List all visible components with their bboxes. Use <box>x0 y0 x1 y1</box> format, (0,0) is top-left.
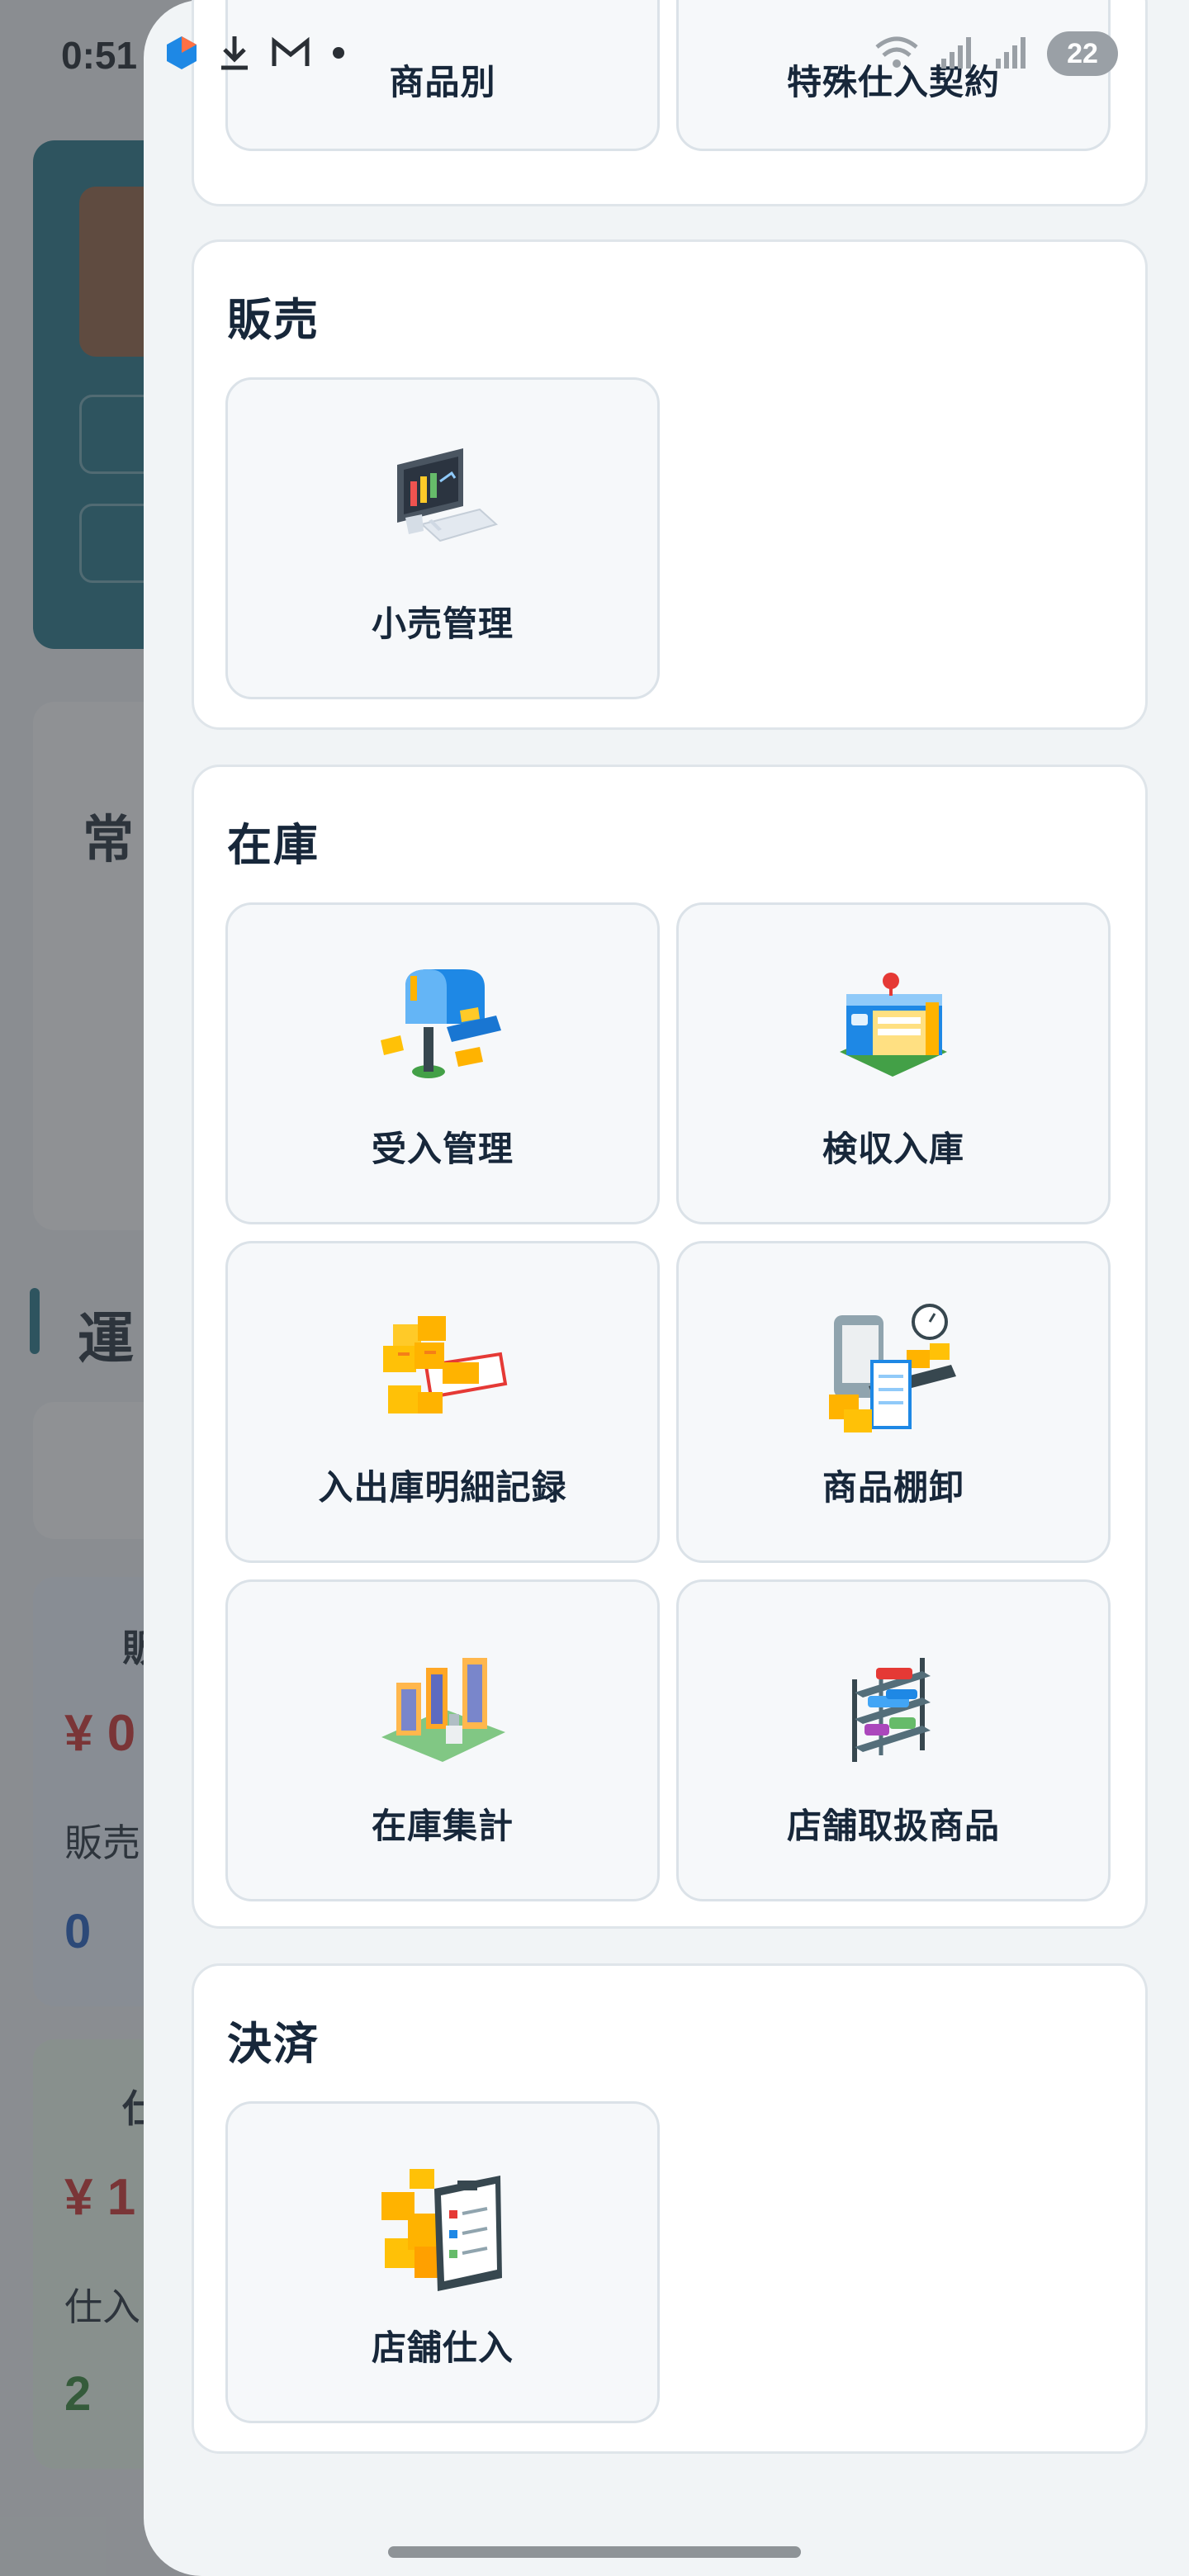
menu-tile-label: 商品棚卸 <box>822 1468 964 1507</box>
menu-tile-store-purchase[interactable]: 店舗仕入 <box>225 2101 660 2423</box>
warehouse-buildings-icon <box>377 1646 509 1770</box>
home-indicator[interactable] <box>388 2546 801 2558</box>
section-title: 在庫 <box>227 821 320 870</box>
status-time: 0:51 <box>61 34 138 77</box>
menu-tile-label: 店舗仕入 <box>371 2328 514 2367</box>
section-payment: 決済 店舗仕入 <box>192 1963 1148 2454</box>
section-inventory: 在庫 受入管理 検収入庫 入出庫明細記録 商品棚卸 在庫集計 店舗取扱商品 <box>192 765 1148 1929</box>
menu-tile-store-handled-products[interactable]: 店舗取扱商品 <box>676 1579 1111 1901</box>
more-notifications-dot-icon <box>332 46 345 64</box>
menu-tile-label: 店舗取扱商品 <box>786 1807 1000 1845</box>
menu-tile-label: 小売管理 <box>371 604 514 643</box>
shelf-icon <box>827 1646 959 1770</box>
menu-tile-by-product[interactable]: 商品別 <box>225 0 660 151</box>
wifi-icon <box>874 34 920 74</box>
menu-tile-label: 入出庫明細記録 <box>318 1468 567 1507</box>
app-notification-icon <box>165 35 198 75</box>
download-icon <box>220 35 249 75</box>
menu-tile-retail-management[interactable]: 小売管理 <box>225 377 660 699</box>
boxes-tablet-icon <box>377 1308 509 1432</box>
clipboard-boxes-icon <box>377 2168 509 2292</box>
gmail-icon <box>271 36 310 73</box>
menu-tile-label: 受入管理 <box>371 1129 514 1168</box>
signal-r-icon <box>938 34 974 74</box>
menu-tile-inventory-summary[interactable]: 在庫集計 <box>225 1579 660 1901</box>
computer-terminal-icon <box>377 444 509 568</box>
battery-icon: 22 <box>1047 31 1118 76</box>
menu-tile-inspection-stock-in[interactable]: 検収入庫 <box>676 902 1111 1224</box>
menu-drawer: 商品別 特殊仕入契約 販売 小売管理 在庫 受入管理 検収入庫 入出庫明細記録 … <box>144 0 1189 2576</box>
menu-tile-receiving-management[interactable]: 受入管理 <box>225 902 660 1224</box>
section-title: 販売 <box>227 296 320 345</box>
mailbox-icon <box>377 969 509 1093</box>
status-icons-right: 22 <box>874 31 1118 76</box>
conveyor-icon <box>827 1304 959 1432</box>
menu-tile-label: 検収入庫 <box>822 1129 964 1168</box>
menu-tile-stock-movement-records[interactable]: 入出庫明細記録 <box>225 1241 660 1563</box>
signal-icon <box>992 34 1029 74</box>
menu-tile-label: 在庫集計 <box>371 1807 514 1845</box>
section-title: 決済 <box>227 2020 320 2069</box>
section-sales: 販売 小売管理 <box>192 239 1148 730</box>
warehouse-icon <box>827 969 959 1093</box>
menu-tile-product-stocktaking[interactable]: 商品棚卸 <box>676 1241 1111 1563</box>
status-icons-left <box>165 35 345 75</box>
